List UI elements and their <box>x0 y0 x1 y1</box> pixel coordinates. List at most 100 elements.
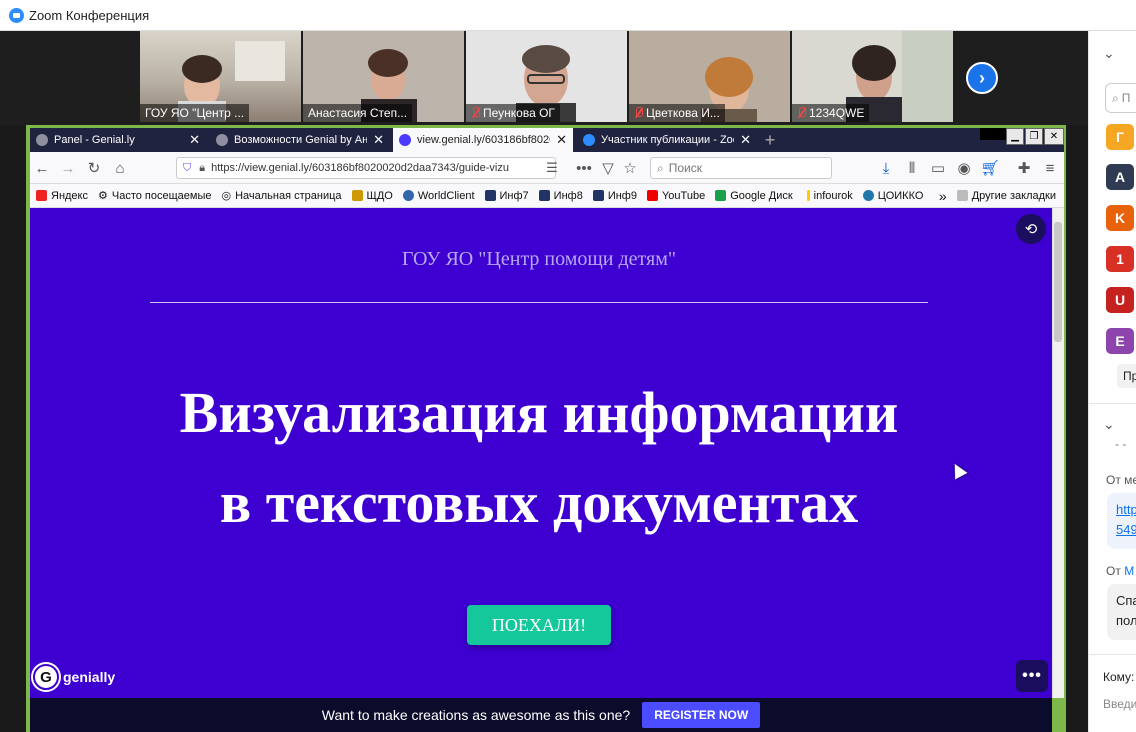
participant-name: Пеункова ОГ <box>466 104 560 122</box>
participant-search-input[interactable]: ⌕ П <box>1105 83 1136 113</box>
gear-icon: ⚙ <box>98 190 108 202</box>
close-tab-icon[interactable]: ✕ <box>367 132 384 148</box>
chat-input[interactable]: Введи <box>1103 697 1136 711</box>
account-icon[interactable]: ◉ <box>954 158 974 178</box>
close-window-button[interactable]: ✕ <box>1044 128 1064 145</box>
bookmark-item[interactable]: WorldClient <box>402 190 475 202</box>
bookmark-item[interactable]: Инф9 <box>592 190 637 202</box>
chat-panel: ⌄ ⌕П Г A K 1 U E Пр ⌄ - - От ме http 549… <box>1088 31 1136 732</box>
extensions-icon[interactable]: ✚ <box>1014 158 1034 178</box>
bookmark-item[interactable]: ⚙ Часто посещаемые <box>98 189 211 203</box>
search-icon: ⌕ <box>657 160 664 175</box>
other-bookmarks[interactable]: » Другие закладки <box>939 188 1056 204</box>
participant-avatar[interactable]: E <box>1106 328 1134 354</box>
window-indicator <box>980 128 1006 140</box>
globe-icon <box>862 190 874 201</box>
participant-tile[interactable]: 1234QWE <box>792 31 953 122</box>
search-input[interactable]: ⌕ Поиск <box>650 157 832 179</box>
chat-message-text: Спа <box>1116 593 1136 608</box>
download-icon[interactable]: ⤓ <box>876 158 896 178</box>
maximize-button[interactable]: ❐ <box>1025 128 1043 145</box>
chevron-down-icon[interactable]: ⌄ <box>1103 416 1115 433</box>
close-tab-icon[interactable]: ✕ <box>734 132 751 148</box>
genially-favicon-icon <box>216 134 228 146</box>
window-title: Zoom Конференция <box>29 7 150 23</box>
minimize-button[interactable]: ▁ <box>1006 128 1024 145</box>
participant-tile[interactable]: Анастасия Степ... <box>303 31 464 122</box>
participant-strip: ГОУ ЯО "Центр ... Анастасия Степ... Пеун… <box>140 31 1088 125</box>
browser-tab-active[interactable]: view.genial.ly/603186bf802002 ✕ <box>393 128 573 152</box>
participant-avatar[interactable]: K <box>1106 205 1134 231</box>
chat-message-bubble: http 549 <box>1107 493 1136 549</box>
scrollbar-thumb[interactable] <box>1054 222 1062 342</box>
youtube-icon <box>646 190 658 201</box>
bookmark-item[interactable]: Инф7 <box>484 190 529 202</box>
more-options-icon[interactable]: ••• <box>1016 660 1048 692</box>
bookmark-item[interactable]: Яндекс <box>36 190 88 202</box>
reload-icon[interactable]: ↻ <box>84 158 104 178</box>
mic-muted-icon <box>634 107 643 119</box>
bookmark-item[interactable]: Инф8 <box>538 190 583 202</box>
participant-name: Анастасия Степ... <box>303 104 413 122</box>
library-icon[interactable]: ⫴ <box>902 158 922 178</box>
participant-name: 1234QWE <box>792 104 870 122</box>
bookmark-item[interactable]: Google Диск <box>715 190 793 202</box>
sidebar-icon[interactable]: ▭ <box>928 158 948 178</box>
browser-tab[interactable]: Участник публикации - Zoom ✕ <box>577 128 757 152</box>
participant-tile[interactable]: Цветкова И... <box>629 31 790 122</box>
chevrons-right-icon: » <box>938 187 947 204</box>
zoom-logo-icon <box>9 7 24 23</box>
menu-icon[interactable]: ≡ <box>1040 158 1060 178</box>
start-button[interactable]: ПОЕХАЛИ! <box>467 605 611 645</box>
yandex-icon <box>36 190 47 201</box>
forward-arrow-icon[interactable]: → <box>58 158 78 178</box>
participant-avatar[interactable]: U <box>1106 287 1134 313</box>
participant-avatar[interactable]: A <box>1106 164 1134 190</box>
participants-chip[interactable]: Пр <box>1117 364 1136 388</box>
bookmark-item[interactable]: infourok <box>806 190 853 202</box>
new-tab-button[interactable]: + <box>759 128 781 152</box>
chat-link[interactable]: http <box>1116 502 1136 517</box>
genially-logo[interactable]: G genially <box>33 663 115 691</box>
bookmark-item[interactable]: ЦОИККО <box>862 190 923 202</box>
participant-tile[interactable]: Пеункова ОГ <box>466 31 627 122</box>
promo-text: Want to make creations as awesome as thi… <box>321 707 631 723</box>
chat-link[interactable]: 549 <box>1116 522 1136 537</box>
browser-tab[interactable]: Возможности Genial by Анаст ✕ <box>210 128 390 152</box>
genially-promo-bar: Want to make creations as awesome as thi… <box>30 698 1052 732</box>
bookmark-item[interactable]: YouTube <box>646 190 705 202</box>
cart-icon[interactable]: 🛒︎ <box>980 158 1000 178</box>
participant-name: Цветкова И... <box>629 104 725 122</box>
zoom-favicon-icon <box>583 134 595 146</box>
folder-icon <box>351 190 363 201</box>
home-icon[interactable]: ⌂ <box>110 158 130 178</box>
bookmark-item[interactable]: ◎ Начальная страница <box>221 189 341 203</box>
bookmark-star-icon[interactable]: ☆ <box>620 158 640 178</box>
browser-tab[interactable]: Panel - Genial.ly ✕ <box>30 128 206 152</box>
participant-avatar[interactable]: Г <box>1106 124 1134 150</box>
next-participants-button[interactable]: › <box>966 62 998 94</box>
genially-favicon-icon <box>399 134 411 146</box>
chat-separator: - - <box>1115 437 1127 451</box>
close-icon: ✕ <box>1049 131 1059 142</box>
back-arrow-icon[interactable]: ← <box>32 158 52 178</box>
chevron-right-icon: › <box>979 67 985 88</box>
left-dark-area <box>0 31 140 125</box>
more-actions-icon[interactable]: ••• <box>574 158 594 178</box>
pocket-icon[interactable]: ▽ <box>598 158 618 178</box>
reader-view-icon[interactable]: ☰ <box>542 158 562 178</box>
participant-avatar[interactable]: 1 <box>1106 246 1134 272</box>
bookmark-item[interactable]: ЩДО <box>351 190 393 202</box>
plus-icon: + <box>764 129 776 150</box>
chevron-down-icon[interactable]: ⌄ <box>1103 45 1115 62</box>
close-tab-icon[interactable]: ✕ <box>550 132 567 148</box>
browser-tabbar: Panel - Genial.ly ✕ Возможности Genial b… <box>30 128 1064 152</box>
genially-presentation: ГОУ ЯО "Центр помощи детям" Визуализация… <box>30 208 1052 698</box>
participant-tile[interactable]: ГОУ ЯО "Центр ... <box>140 31 301 122</box>
rotate-icon[interactable]: ⟲ <box>1016 214 1046 244</box>
close-tab-icon[interactable]: ✕ <box>183 132 200 148</box>
address-bar[interactable]: ⛉ 🔒︎ https://view.genial.ly/603186bf8020… <box>176 157 556 179</box>
register-button[interactable]: REGISTER NOW <box>642 702 761 728</box>
google-drive-icon <box>715 190 727 201</box>
panel-divider <box>1089 654 1136 655</box>
